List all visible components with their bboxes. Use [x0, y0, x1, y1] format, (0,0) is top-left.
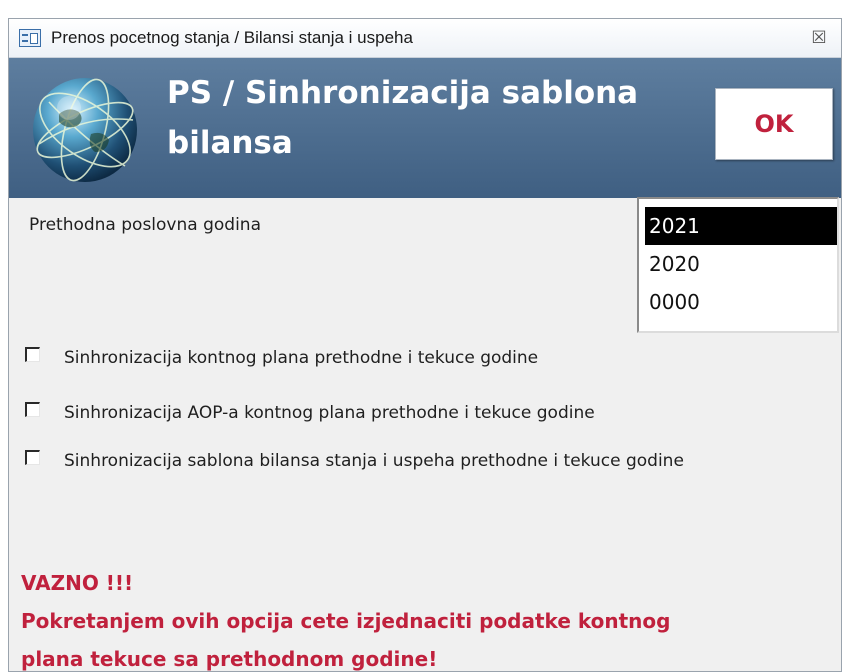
year-listbox[interactable]: 2021 2020 0000: [637, 197, 839, 333]
option-label: Sinhronizacija kontnog plana prethodne i…: [64, 348, 539, 368]
warning-line-1: Pokretanjem ovih opcija cete izjednaciti…: [21, 609, 671, 633]
checkbox-sync-kontni-plan[interactable]: [25, 347, 40, 362]
header-title: PS / Sinhronizacija sablona bilansa: [167, 75, 639, 161]
option-label: Sinhronizacija sablona bilansa stanja i …: [64, 451, 684, 471]
globe-icon: [33, 78, 137, 182]
warning-line-2: plana tekuce sa prethodnom godine!: [21, 647, 438, 671]
year-option[interactable]: 0000: [645, 283, 837, 321]
year-option[interactable]: 2021: [645, 207, 837, 245]
checkbox-sync-aop[interactable]: [25, 402, 40, 417]
option-label: Sinhronizacija AOP-a kontnog plana preth…: [64, 403, 595, 423]
title-bar: Prenos pocetnog stanja / Bilansi stanja …: [9, 19, 841, 58]
checkbox-sync-sablon-bilansa[interactable]: [25, 450, 40, 465]
year-field-label: Prethodna poslovna godina: [29, 215, 261, 235]
window-title: Prenos pocetnog stanja / Bilansi stanja …: [51, 28, 413, 47]
dialog-window: Prenos pocetnog stanja / Bilansi stanja …: [8, 18, 842, 672]
year-option[interactable]: 2020: [645, 245, 837, 283]
warning-message: VAZNO !!! Pokretanjem ovih opcija cete i…: [21, 564, 836, 671]
form-icon: [19, 29, 41, 47]
header-banner: PS / Sinhronizacija sablona bilansa OK: [9, 58, 841, 198]
close-icon[interactable]: ☒: [807, 27, 831, 49]
warning-heading: VAZNO !!!: [21, 571, 134, 595]
ok-button[interactable]: OK: [715, 88, 833, 160]
